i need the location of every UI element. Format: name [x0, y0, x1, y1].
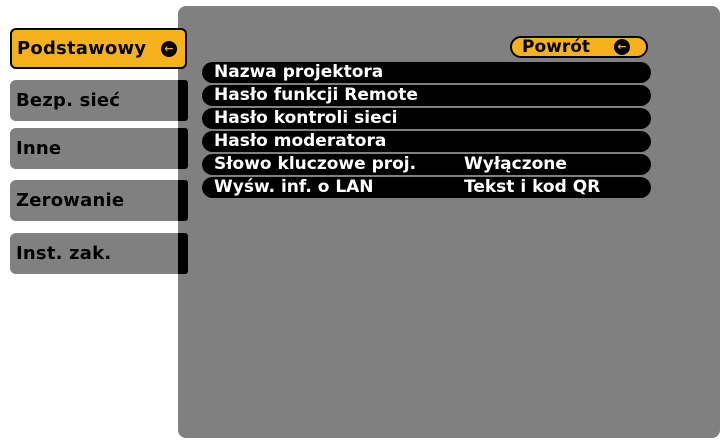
tab-edge: [178, 128, 188, 169]
menu-item-label: Hasło funkcji Remote: [214, 85, 418, 105]
tab-inst-zak[interactable]: Inst. zak.: [10, 233, 188, 274]
tab-label: Inne: [16, 138, 62, 159]
menu-item-label: Hasło kontroli sieci: [214, 108, 398, 128]
tab-edge: [178, 80, 188, 121]
tab-label: Inst. zak.: [16, 243, 112, 264]
enter-icon: ←: [614, 39, 630, 55]
tab-edge: [178, 180, 188, 221]
menu-item-label: Wyśw. inf. o LAN: [214, 177, 374, 197]
back-button-label: Powrót: [522, 37, 591, 57]
menu-item-haslo-remote[interactable]: Hasło funkcji Remote: [202, 85, 651, 106]
menu-item-haslo-kontroli-sieci[interactable]: Hasło kontroli sieci: [202, 108, 651, 129]
menu-item-label: Nazwa projektora: [214, 62, 384, 82]
tab-inne[interactable]: Inne: [10, 128, 188, 169]
menu-item-label: Słowo kluczowe proj.: [214, 154, 417, 174]
tab-zerowanie[interactable]: Zerowanie: [10, 180, 188, 221]
menu-item-label: Hasło moderatora: [214, 131, 387, 151]
menu-item-value: Tekst i kod QR: [464, 177, 601, 197]
tab-edge: [178, 233, 188, 274]
back-button[interactable]: Powrót ←: [510, 36, 648, 58]
tab-label: Podstawowy: [17, 38, 147, 59]
tab-label: Zerowanie: [16, 190, 125, 211]
tab-podstawowy[interactable]: Podstawowy ←: [10, 28, 187, 69]
menu-item-value: Wyłączone: [464, 154, 567, 174]
tab-bezp-siec[interactable]: Bezp. sieć: [10, 80, 188, 121]
tab-label: Bezp. sieć: [16, 90, 121, 111]
enter-icon: ←: [161, 41, 177, 57]
menu-item-slowo-kluczowe[interactable]: Słowo kluczowe proj. Wyłączone: [202, 154, 651, 175]
menu-item-haslo-moderatora[interactable]: Hasło moderatora: [202, 131, 651, 152]
menu-item-nazwa-projektora[interactable]: Nazwa projektora: [202, 62, 651, 83]
menu-item-wysw-inf-lan[interactable]: Wyśw. inf. o LAN Tekst i kod QR: [202, 177, 651, 198]
